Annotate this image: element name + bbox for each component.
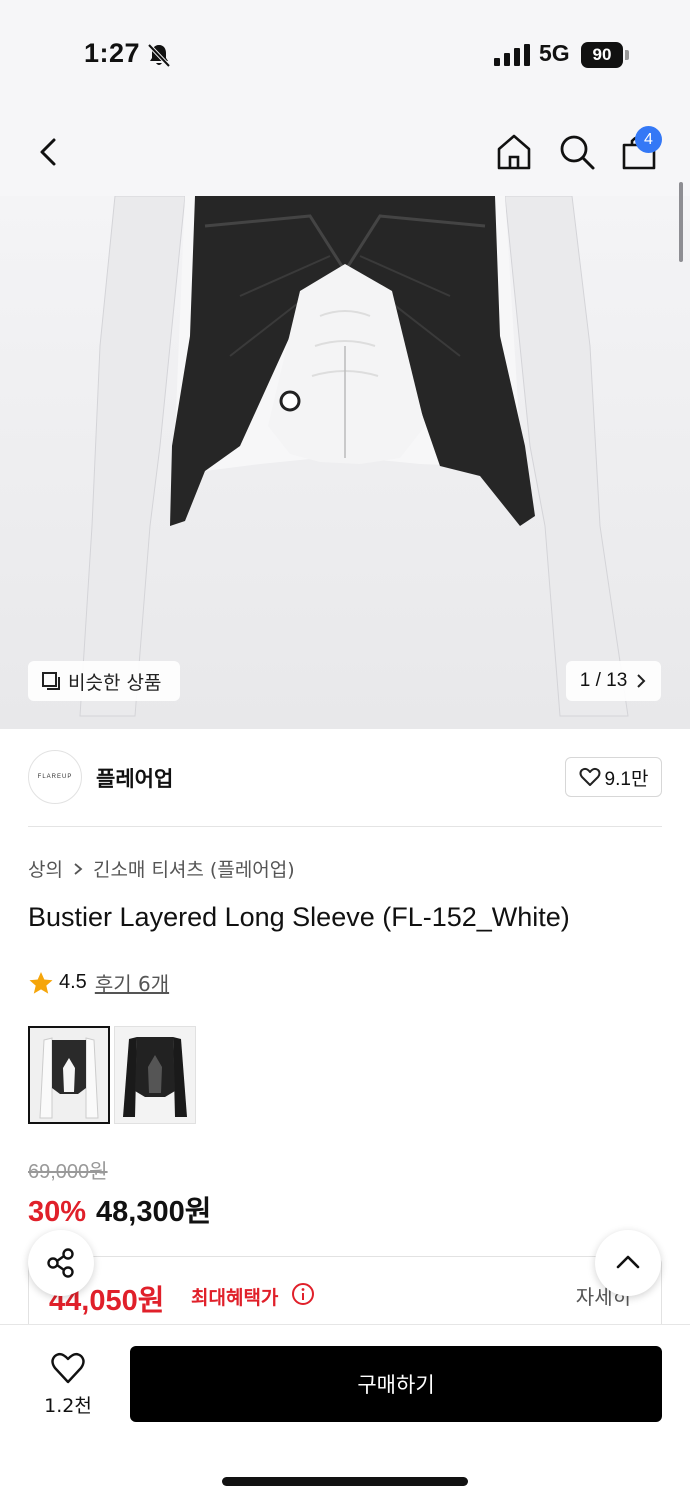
home-indicator bbox=[222, 1477, 468, 1486]
wishlist-button[interactable]: 1.2천 bbox=[28, 1347, 108, 1423]
image-page-counter[interactable]: 1 / 13 bbox=[566, 661, 661, 701]
brand-logo[interactable]: FLAREUP bbox=[28, 750, 82, 804]
network-label: 5G bbox=[539, 40, 570, 66]
similar-products-button[interactable]: 비슷한 상품 bbox=[28, 661, 180, 701]
info-icon[interactable] bbox=[291, 1282, 315, 1306]
top-nav-bar: 4 bbox=[0, 110, 690, 196]
original-price: 69,000원 bbox=[28, 1161, 108, 1183]
chevron-up-icon bbox=[616, 1255, 640, 1269]
brand-row[interactable]: FLAREUP 플레어업 9.1만 bbox=[28, 750, 662, 804]
battery-indicator: 90 bbox=[581, 42, 629, 68]
product-photo bbox=[79, 196, 629, 717]
discount-rate: 30% bbox=[28, 1196, 87, 1228]
rating-row: 4.5 후기 6개 bbox=[28, 968, 169, 997]
battery-level: 90 bbox=[581, 42, 623, 68]
similar-products-label: 비슷한 상품 bbox=[68, 671, 162, 694]
status-bar: 1:27 5G 90 bbox=[0, 0, 690, 110]
brand-name[interactable]: 플레어업 bbox=[96, 763, 173, 793]
similar-icon bbox=[42, 672, 60, 690]
divider bbox=[28, 826, 662, 827]
bell-off-icon bbox=[147, 43, 171, 68]
cart-count-badge: 4 bbox=[635, 126, 662, 153]
chevron-right-icon bbox=[74, 862, 83, 875]
breadcrumb-category[interactable]: 상의 bbox=[28, 855, 63, 882]
signal-icon bbox=[494, 44, 530, 66]
color-swatch-white[interactable] bbox=[28, 1026, 110, 1124]
star-icon bbox=[29, 971, 53, 994]
bottom-action-bar: 1.2천 구매하기 bbox=[0, 1324, 690, 1500]
heart-icon bbox=[51, 1352, 85, 1384]
share-button[interactable] bbox=[28, 1230, 94, 1296]
price-row: 30% 48,300원 bbox=[28, 1188, 211, 1230]
product-image[interactable] bbox=[0, 196, 690, 729]
search-icon[interactable] bbox=[555, 130, 599, 174]
swatch-black-image bbox=[115, 1027, 195, 1123]
sale-price: 48,300원 bbox=[96, 1196, 212, 1228]
status-time: 1:27 bbox=[84, 38, 141, 68]
brand-logo-text: FLAREUP bbox=[37, 774, 73, 780]
breadcrumb: 상의 긴소매 티셔츠 (플레어업) bbox=[28, 855, 295, 882]
page-counter-text: 1 / 13 bbox=[579, 670, 628, 691]
wishlist-count: 1.2천 bbox=[44, 1395, 92, 1417]
scroll-top-button[interactable] bbox=[595, 1230, 661, 1296]
scroll-indicator[interactable] bbox=[679, 182, 683, 262]
back-icon[interactable] bbox=[30, 132, 70, 172]
home-icon[interactable] bbox=[492, 130, 536, 174]
chevron-right-icon bbox=[637, 674, 646, 688]
share-icon bbox=[47, 1248, 74, 1278]
buy-button[interactable]: 구매하기 bbox=[130, 1346, 662, 1422]
color-swatch-black[interactable] bbox=[114, 1026, 196, 1124]
swatch-white-image bbox=[30, 1028, 108, 1122]
breadcrumb-subcategory[interactable]: 긴소매 티셔츠 (플레어업) bbox=[93, 855, 295, 882]
battery-tip bbox=[625, 50, 629, 60]
max-benefit-label: 최대혜택가 bbox=[191, 1287, 279, 1309]
heart-icon bbox=[579, 767, 601, 786]
rating-value: 4.5 bbox=[59, 971, 87, 993]
brand-like-button[interactable]: 9.1만 bbox=[565, 757, 662, 797]
product-title: Bustier Layered Long Sleeve (FL-152_Whit… bbox=[28, 902, 570, 932]
brand-like-count: 9.1만 bbox=[604, 768, 649, 790]
review-count-link[interactable]: 후기 6개 bbox=[95, 968, 169, 997]
